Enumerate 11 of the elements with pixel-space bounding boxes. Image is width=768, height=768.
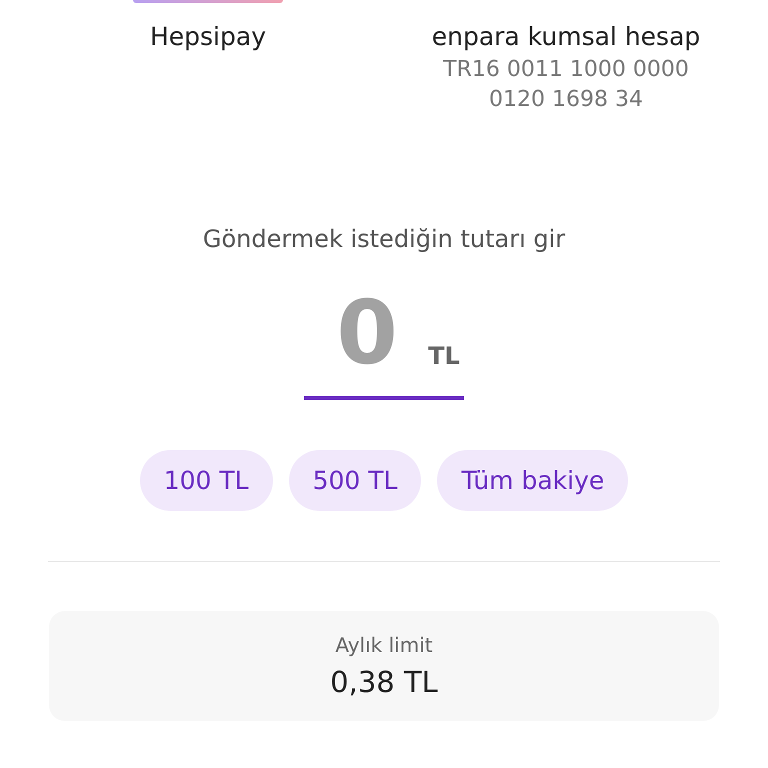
- limit-label: Aylık limit: [335, 633, 433, 657]
- iban-text: TR16 0011 1000 0000 0120 1698 34: [442, 56, 690, 114]
- quick-amount-button[interactable]: Tüm bakiye: [437, 450, 628, 511]
- sender-name: Hepsipay: [150, 22, 266, 51]
- quick-amount-button[interactable]: 500 TL: [288, 450, 422, 511]
- amount-prompt: Göndermek istediğin tutarı gir: [202, 225, 566, 253]
- receiver-name: enpara kumsal hesap: [432, 22, 700, 51]
- amount-field[interactable]: 0: [332, 281, 402, 384]
- limit-value: 0,38 TL: [330, 665, 438, 699]
- quick-amount-button[interactable]: 100 TL: [140, 450, 273, 511]
- currency-label: TL: [428, 342, 460, 370]
